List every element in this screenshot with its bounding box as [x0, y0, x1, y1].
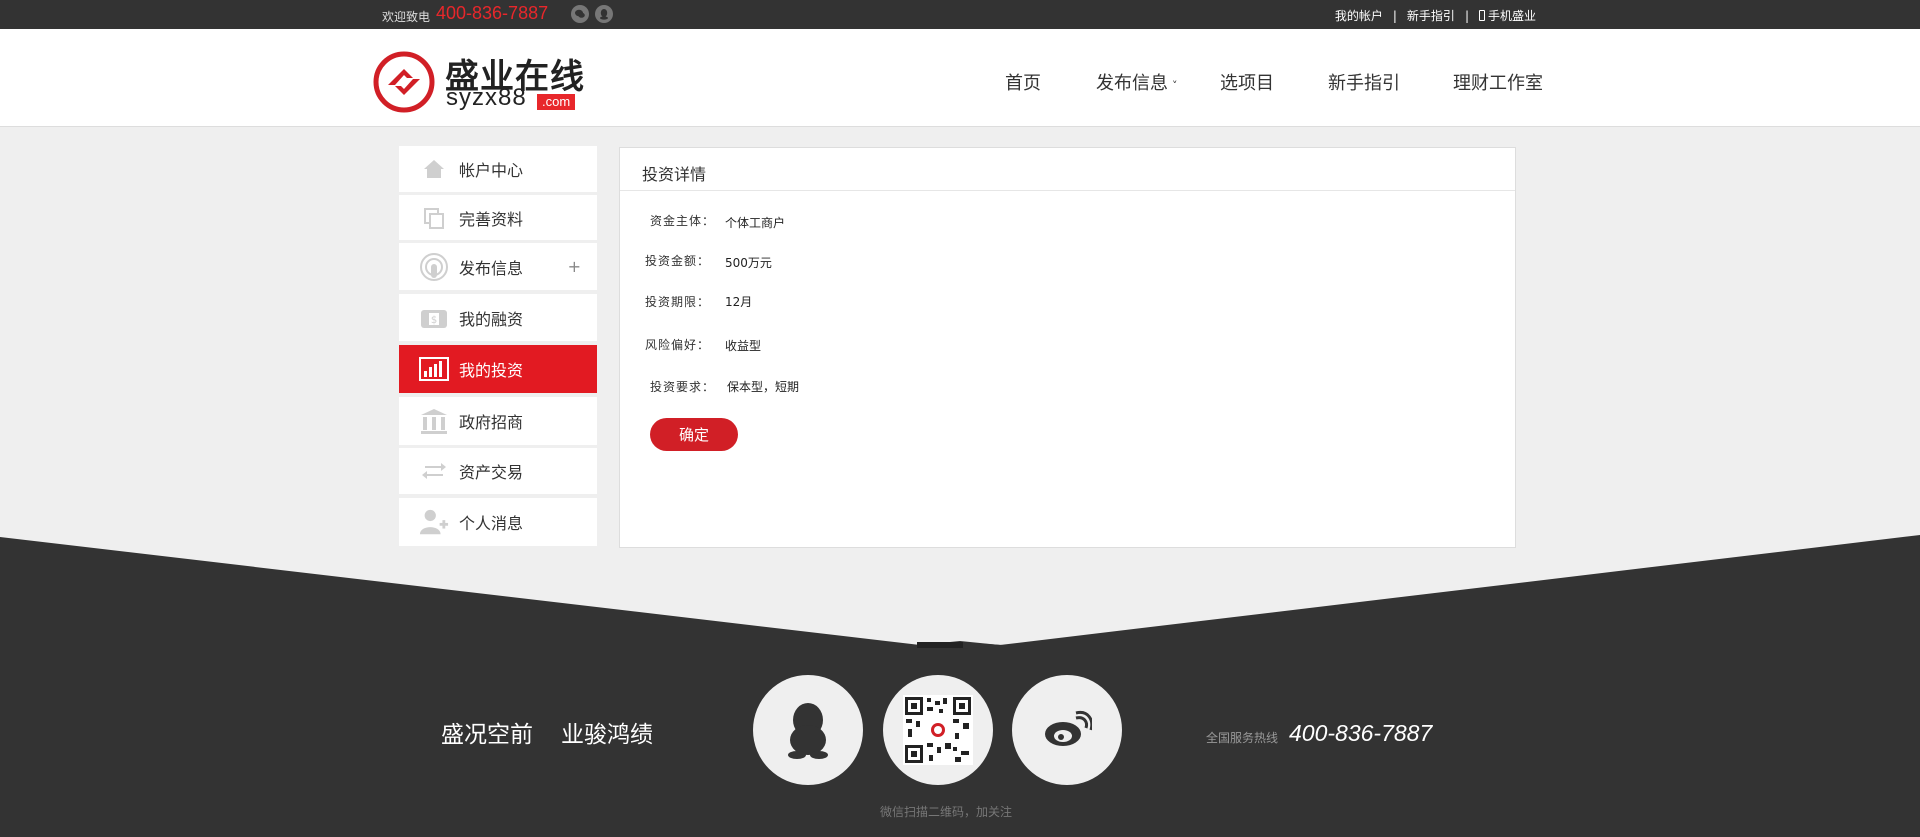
nav-publish-label: 发布信息	[1096, 73, 1168, 94]
nav-projects[interactable]: 选项目	[1220, 69, 1274, 95]
sidebar-item-label: 个人消息	[459, 514, 524, 533]
link-guide[interactable]: 新手指引	[1407, 7, 1455, 24]
wallet-icon: $	[419, 303, 449, 333]
field-value-investment-amount: 500万元	[725, 256, 772, 270]
confirm-button[interactable]: 确定	[650, 418, 738, 451]
sidebar-item-label: 发布信息	[459, 258, 524, 278]
sidebar-item-label: 我的融资	[459, 309, 524, 329]
field-label-investment-term: 投资期限：	[645, 295, 711, 309]
field-label-risk-preference: 风险偏好：	[645, 338, 711, 352]
sidebar-item-label: 我的投资	[459, 361, 524, 380]
field-value-investment-term: 12月	[725, 295, 753, 309]
sidebar-item-label: 完善资料	[459, 209, 524, 229]
weibo-icon[interactable]	[1012, 675, 1122, 785]
sidebar-item-complete-profile[interactable]: 完善资料	[399, 195, 597, 240]
header: 盛业在线 syzx88 .com 首页 发布信息 ˅ 选项目 新手指引 理财工作室	[0, 29, 1920, 127]
field-value-investment-requirement: 保本型，短期	[727, 380, 800, 394]
sidebar-item-label: 资产交易	[459, 463, 524, 482]
user-add-icon	[419, 507, 449, 537]
investment-detail-panel: 投资详情 资金主体： 个体工商户 投资金额： 500万元 投资期限： 12月 风…	[619, 147, 1516, 548]
government-building-icon	[419, 406, 449, 436]
top-bar: 欢迎致电 400-836-7887 我的帐户 | 新手指引 | 手机盛业	[0, 0, 1920, 29]
sidebar-item-my-investment[interactable]: 我的投资	[399, 345, 597, 393]
sidebar-item-gov-investment[interactable]: 政府招商	[399, 397, 597, 445]
field-value-risk-preference: 收益型	[725, 339, 762, 353]
mobile-phone-icon	[1478, 10, 1485, 21]
copy-icon	[419, 203, 449, 233]
home-icon	[419, 154, 449, 184]
field-value-funding-entity: 个体工商户	[725, 216, 786, 230]
sidebar-item-label: 帐户中心	[459, 161, 524, 180]
chevron-down-icon: ˅	[1172, 79, 1178, 92]
site-logo[interactable]: 盛业在线 syzx88 .com	[373, 51, 585, 117]
hotline-number: 400-836-7887	[1289, 720, 1433, 746]
sidebar-item-my-financing[interactable]: $ 我的融资	[399, 294, 597, 341]
field-label-investment-requirement: 投资要求：	[650, 380, 716, 394]
hotline-label: 全国服务热线	[1206, 731, 1279, 745]
expand-plus-icon[interactable]: +	[568, 257, 581, 276]
nav-guide[interactable]: 新手指引	[1328, 69, 1400, 95]
panel-title: 投资详情	[642, 165, 707, 184]
field-label-funding-entity: 资金主体：	[650, 214, 716, 228]
svg-text:$: $	[431, 315, 437, 326]
broadcast-icon	[419, 252, 449, 282]
field-label-investment-amount: 投资金额：	[645, 254, 711, 268]
divider	[620, 190, 1515, 191]
logo-domain: .com	[537, 94, 576, 110]
nav-home[interactable]: 首页	[1005, 69, 1041, 95]
exchange-arrows-icon	[419, 456, 449, 486]
qr-code-icon	[883, 675, 993, 785]
sidebar-item-asset-trading[interactable]: 资产交易	[399, 448, 597, 494]
footer-slogan-2: 业骏鸿绩	[561, 722, 653, 748]
sidebar-item-personal-messages[interactable]: 个人消息	[399, 498, 597, 546]
qq-icon[interactable]	[595, 5, 613, 23]
wechat-icon[interactable]	[571, 5, 589, 23]
bar-chart-icon	[419, 354, 449, 384]
top-links: 我的帐户 | 新手指引 | 手机盛业	[1335, 7, 1536, 24]
logo-mark-icon	[373, 51, 435, 113]
sidebar-item-label: 政府招商	[459, 413, 524, 432]
qq-penguin-icon[interactable]	[753, 675, 863, 785]
footer-slogan-1: 盛况空前	[441, 722, 533, 748]
logo-text-en: syzx88	[446, 84, 527, 111]
nav-publish[interactable]: 发布信息 ˅	[1096, 69, 1178, 95]
qr-follow-note: 微信扫描二维码，加关注	[880, 805, 1013, 819]
top-phone-number: 400-836-7887	[436, 3, 549, 23]
separator: |	[1392, 8, 1397, 23]
link-mobile[interactable]: 手机盛业	[1488, 7, 1536, 24]
sidebar-item-publish-info[interactable]: 发布信息 +	[399, 243, 597, 290]
separator: |	[1464, 8, 1469, 23]
link-my-account[interactable]: 我的帐户	[1335, 7, 1383, 24]
welcome-text: 欢迎致电	[382, 10, 431, 24]
sidebar-item-account-center[interactable]: 帐户中心	[399, 146, 597, 192]
nav-finance-studio[interactable]: 理财工作室	[1453, 69, 1543, 95]
